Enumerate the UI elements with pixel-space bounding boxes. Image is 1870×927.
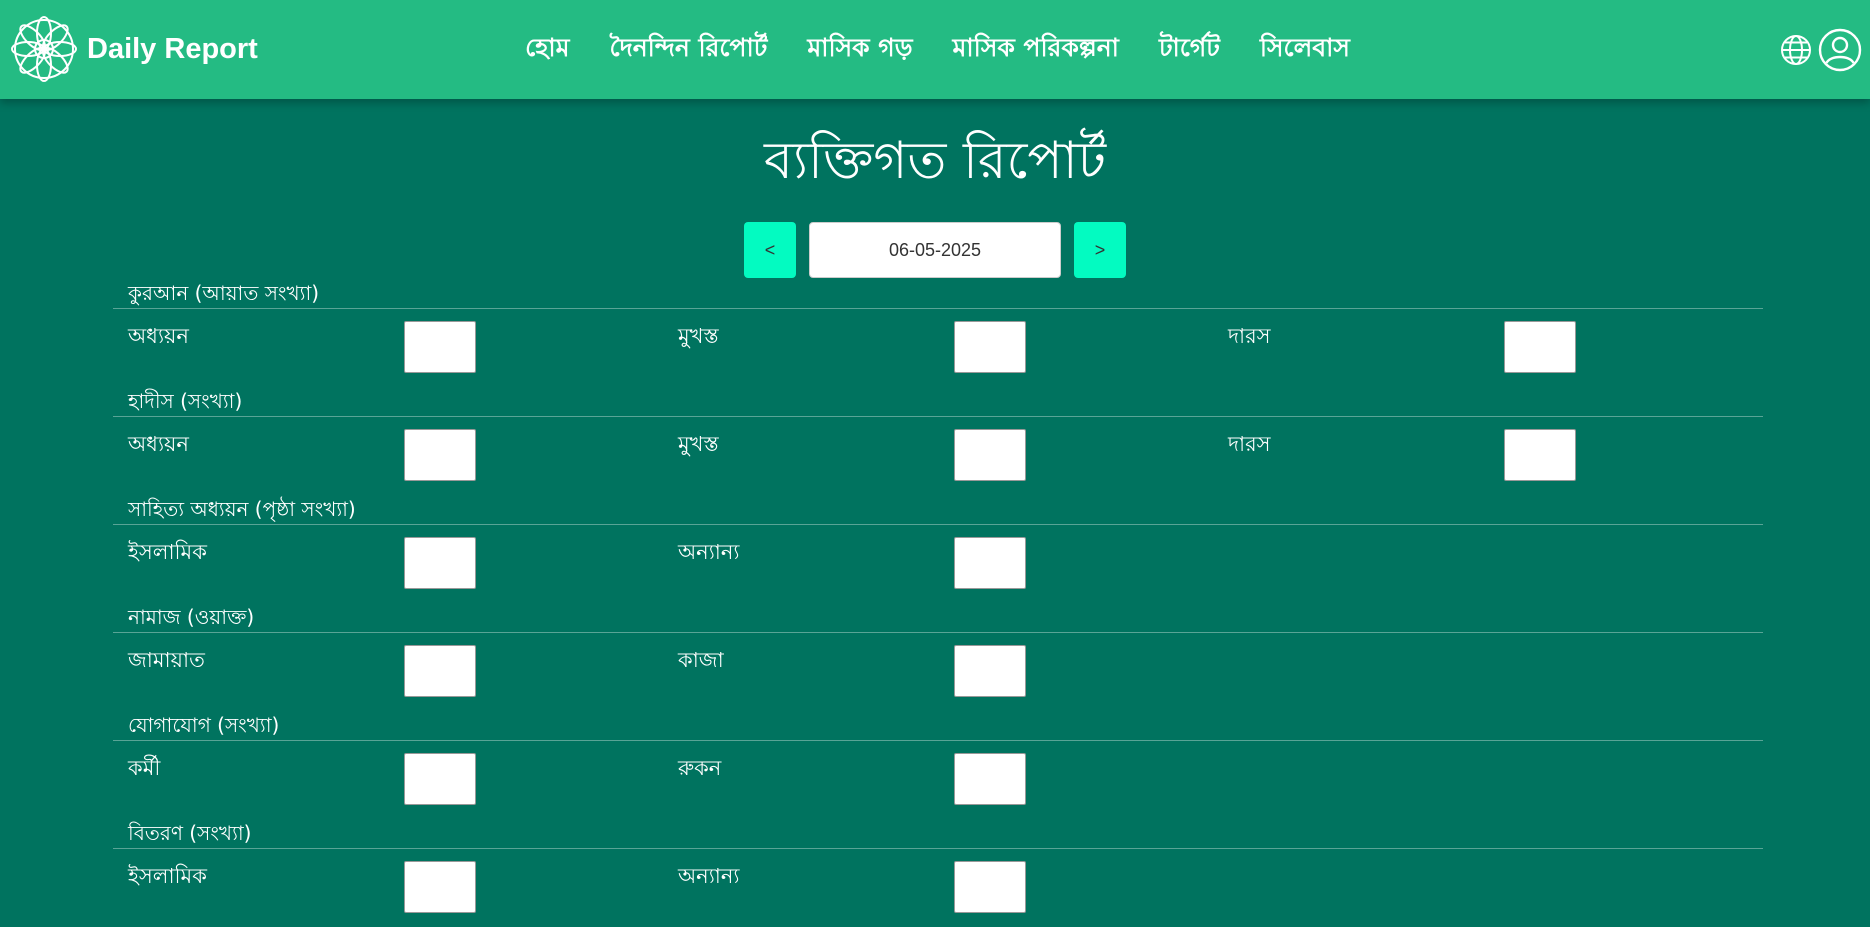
field-quran-study: অধ্যয়ন <box>113 309 663 387</box>
field-row: ইসলামিক অন্যান্য <box>113 849 1763 927</box>
page-title: ব্যক্তিগত রিপোর্ট <box>763 131 1107 191</box>
field-quran-memorize: মুখস্ত <box>663 309 1213 387</box>
quran-dars-input[interactable] <box>1504 321 1576 373</box>
section-literature: সাহিত্য অধ্যয়ন (পৃষ্ঠা সংখ্যা) ইসলামিক … <box>113 495 1763 603</box>
literature-other-input[interactable] <box>954 537 1026 589</box>
nav-link-home[interactable]: হোম <box>525 28 569 71</box>
field-label: কাজা <box>678 648 724 672</box>
field-row: কর্মী রুকন <box>113 741 1763 819</box>
quran-memorize-input[interactable] <box>954 321 1026 373</box>
user-icon[interactable] <box>1818 28 1862 72</box>
section-title: যোগাযোগ (সংখ্যা) <box>128 713 280 737</box>
brand[interactable]: Daily Report <box>11 16 258 82</box>
field-label: অধ্যয়ন <box>128 432 189 456</box>
field-label: দারস <box>1228 432 1271 456</box>
distribution-islamic-input[interactable] <box>404 861 476 913</box>
field-label: দারস <box>1228 324 1271 348</box>
section-title: হাদীস (সংখ্যা) <box>128 389 243 413</box>
date-navigator: < > <box>0 222 1870 278</box>
field-hadith-memorize: মুখস্ত <box>663 417 1213 495</box>
field-quran-dars: দারস <box>1213 309 1763 387</box>
field-prayer-qaza: কাজা <box>663 633 1213 711</box>
field-row: অধ্যয়ন মুখস্ত দারস <box>113 309 1763 387</box>
section-distribution: বিতরণ (সংখ্যা) ইসলামিক অন্যান্য <box>113 819 1763 927</box>
section-title: নামাজ (ওয়াক্ত) <box>128 605 255 629</box>
field-hadith-study: অধ্যয়ন <box>113 417 663 495</box>
hadith-dars-input[interactable] <box>1504 429 1576 481</box>
field-contact-rukon: রুকন <box>663 741 1213 819</box>
nav-link-monthly-average[interactable]: মাসিক গড় <box>807 28 912 71</box>
nav-link-syllabus[interactable]: সিলেবাস <box>1260 28 1350 71</box>
prayer-congregation-input[interactable] <box>404 645 476 697</box>
section-title: বিতরণ (সংখ্যা) <box>128 821 252 845</box>
distribution-other-input[interactable] <box>954 861 1026 913</box>
field-distribution-islamic: ইসলামিক <box>113 849 663 927</box>
field-literature-other: অন্যান্য <box>663 525 1213 603</box>
field-label: ইসলামিক <box>128 864 207 888</box>
nav-link-monthly-plan[interactable]: মাসিক পরিকল্পনা <box>953 28 1119 71</box>
previous-date-button[interactable]: < <box>744 222 796 278</box>
nav-right-controls <box>1780 25 1870 75</box>
nav-link-daily-report[interactable]: দৈনন্দিন রিপোর্ট <box>610 28 768 71</box>
section-title: সাহিত্য অধ্যয়ন (পৃষ্ঠা সংখ্যা) <box>128 497 356 521</box>
brand-name: Daily Report <box>87 32 258 65</box>
report-form: কুরআন (আয়াত সংখ্যা) অধ্যয়ন মুখস্ত দারস <box>113 279 1763 927</box>
contact-rukon-input[interactable] <box>954 753 1026 805</box>
field-literature-islamic: ইসলামিক <box>113 525 663 603</box>
field-prayer-congregation: জামায়াত <box>113 633 663 711</box>
field-label: মুখস্ত <box>678 324 719 348</box>
field-label: ইসলামিক <box>128 540 207 564</box>
ornamental-flower-icon <box>11 16 77 82</box>
field-label: অধ্যয়ন <box>128 324 189 348</box>
field-distribution-other: অন্যান্য <box>663 849 1213 927</box>
field-label: কর্মী <box>128 756 161 780</box>
field-label: রুকন <box>678 756 722 780</box>
field-contact-worker: কর্মী <box>113 741 663 819</box>
date-input[interactable] <box>809 222 1061 278</box>
section-prayer: নামাজ (ওয়াক্ত) জামায়াত কাজা <box>113 603 1763 711</box>
field-label: জামায়াত <box>128 648 205 672</box>
field-label: অন্যান্য <box>678 864 740 888</box>
section-hadith: হাদীস (সংখ্যা) অধ্যয়ন মুখস্ত দারস <box>113 387 1763 495</box>
literature-islamic-input[interactable] <box>404 537 476 589</box>
quran-study-input[interactable] <box>404 321 476 373</box>
nav-link-target[interactable]: টার্গেট <box>1159 28 1220 71</box>
prayer-qaza-input[interactable] <box>954 645 1026 697</box>
globe-icon[interactable] <box>1780 34 1812 66</box>
section-title: কুরআন (আয়াত সংখ্যা) <box>128 281 320 305</box>
hadith-study-input[interactable] <box>404 429 476 481</box>
section-contact: যোগাযোগ (সংখ্যা) কর্মী রুকন <box>113 711 1763 819</box>
contact-worker-input[interactable] <box>404 753 476 805</box>
section-quran: কুরআন (আয়াত সংখ্যা) অধ্যয়ন মুখস্ত দারস <box>113 279 1763 387</box>
field-label: মুখস্ত <box>678 432 719 456</box>
next-date-button[interactable]: > <box>1074 222 1126 278</box>
main-nav: হোম দৈনন্দিন রিপোর্ট মাসিক গড় মাসিক পরি… <box>0 0 1870 99</box>
main-content: ব্যক্তিগত রিপোর্ট < > কুরআন (আয়াত সংখ্য… <box>0 99 1870 913</box>
field-hadith-dars: দারস <box>1213 417 1763 495</box>
top-navbar: Daily Report হোম দৈনন্দিন রিপোর্ট মাসিক … <box>0 0 1870 99</box>
field-row: ইসলামিক অন্যান্য <box>113 525 1763 603</box>
field-row: অধ্যয়ন মুখস্ত দারস <box>113 417 1763 495</box>
field-label: অন্যান্য <box>678 540 740 564</box>
hadith-memorize-input[interactable] <box>954 429 1026 481</box>
field-row: জামায়াত কাজা <box>113 633 1763 711</box>
